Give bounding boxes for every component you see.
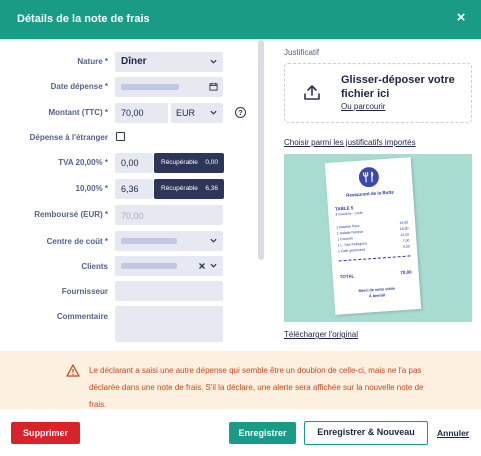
supplier-input[interactable] [115, 281, 223, 301]
clients-placeholder [121, 263, 177, 269]
vat1-badge-label: Récupérable [161, 159, 198, 166]
dropzone-text: Glisser-déposer votre fichier ici [341, 74, 455, 100]
nature-select[interactable]: Dîner [115, 52, 223, 72]
vat2-input[interactable]: 6,36 [115, 179, 153, 199]
chevron-down-icon [210, 238, 217, 243]
warning-text: Le déclarant a saisi une autre dépense q… [89, 366, 424, 409]
date-label: Date dépense * [50, 82, 108, 91]
nature-value: Dîner [121, 56, 147, 67]
date-placeholder [121, 84, 179, 90]
modal-header: Détails de la note de frais × [0, 0, 481, 39]
reimbursed-label: Remboursé (EUR) * [34, 210, 108, 219]
foreign-checkbox[interactable] [116, 132, 125, 141]
receipt-restaurant: Restaurant de la Butte [346, 189, 395, 198]
receipt-price: 9,00 [402, 244, 410, 249]
warning-icon [66, 364, 80, 377]
comment-textarea[interactable] [115, 306, 223, 342]
browse-link[interactable]: Ou parcourir [341, 102, 385, 111]
receipt-total: 70,00 [400, 269, 412, 276]
vat1-label: TVA 20,00% * [58, 158, 108, 167]
clear-icon[interactable] [199, 263, 205, 269]
calendar-icon [209, 82, 218, 91]
vat1-badge-value: 0,00 [205, 159, 218, 166]
amount-input[interactable]: 70,00 [115, 103, 168, 123]
choose-imported-link[interactable]: Choisir parmi les justificatifs importés [284, 138, 416, 147]
reimbursed-placeholder: 70,00 [121, 211, 144, 221]
receipt-paper: Restaurant de la Butte TABLE 5 4 couvert… [324, 157, 422, 315]
receipt-line: 1 Café gourmand [337, 247, 366, 254]
comment-label: Commentaire [56, 312, 108, 321]
vat2-badge-label: Récupérable [161, 185, 198, 192]
vat1-recoverable-badge: Récupérable 0,00 [154, 153, 224, 173]
chevron-down-icon [210, 59, 217, 64]
save-and-new-button[interactable]: Enregistrer & Nouveau [304, 421, 428, 445]
save-button[interactable]: Enregistrer [229, 422, 296, 444]
receipt-preview: Restaurant de la Butte TABLE 5 4 couvert… [284, 154, 472, 322]
justificatif-title: Justificatif [284, 48, 320, 57]
nature-label: Nature * [77, 57, 108, 66]
cancel-button[interactable]: Annuler [437, 428, 469, 438]
foreign-label: Dépense à l'étranger [29, 133, 108, 142]
vat1-input[interactable]: 0,00 [115, 153, 153, 173]
help-icon[interactable]: ? [235, 107, 246, 118]
currency-select[interactable]: EUR [171, 103, 223, 123]
vat2-value: 6,36 [121, 184, 139, 194]
vat2-badge-value: 6,36 [205, 185, 218, 192]
duplicate-warning: Le déclarant a saisi une autre dépense q… [0, 351, 481, 409]
delete-button[interactable]: Supprimer [11, 422, 80, 444]
receipt-covers: 4 couverts - Louis [335, 210, 364, 217]
cost-center-label: Centre de coût * [46, 237, 108, 246]
restaurant-logo-icon [358, 167, 379, 188]
currency-value: EUR [176, 108, 196, 118]
amount-value: 70,00 [121, 108, 144, 118]
chevron-down-icon [210, 110, 217, 115]
download-original-link[interactable]: Télécharger l'original [284, 330, 358, 339]
cost-center-placeholder [121, 238, 177, 244]
file-dropzone[interactable]: Glisser-déposer votre fichier ici Ou par… [284, 63, 472, 123]
chevron-down-icon [210, 263, 217, 268]
clients-label: Clients [81, 262, 108, 271]
vat1-value: 0,00 [121, 158, 139, 168]
date-field[interactable] [115, 77, 223, 97]
close-icon[interactable]: × [453, 10, 469, 26]
vat2-recoverable-badge: Récupérable 6,36 [154, 179, 224, 199]
amount-label: Montant (TTC) * [48, 108, 108, 117]
cost-center-select[interactable] [115, 231, 223, 251]
clients-select[interactable] [115, 256, 223, 276]
supplier-label: Fournisseur [61, 287, 108, 296]
scrollbar[interactable] [258, 40, 264, 260]
reimbursed-input[interactable]: 70,00 [115, 205, 223, 225]
receipt-total-label: TOTAL [339, 273, 355, 280]
receipt-lines: 1 Bavette frites 19,50 1 Salade Niçoise 16… [336, 220, 410, 255]
vat2-label: 10,00% * [75, 184, 108, 193]
upload-icon [304, 85, 320, 100]
receipt-divider [338, 255, 411, 262]
modal-title: Détails de la note de frais [17, 13, 150, 25]
